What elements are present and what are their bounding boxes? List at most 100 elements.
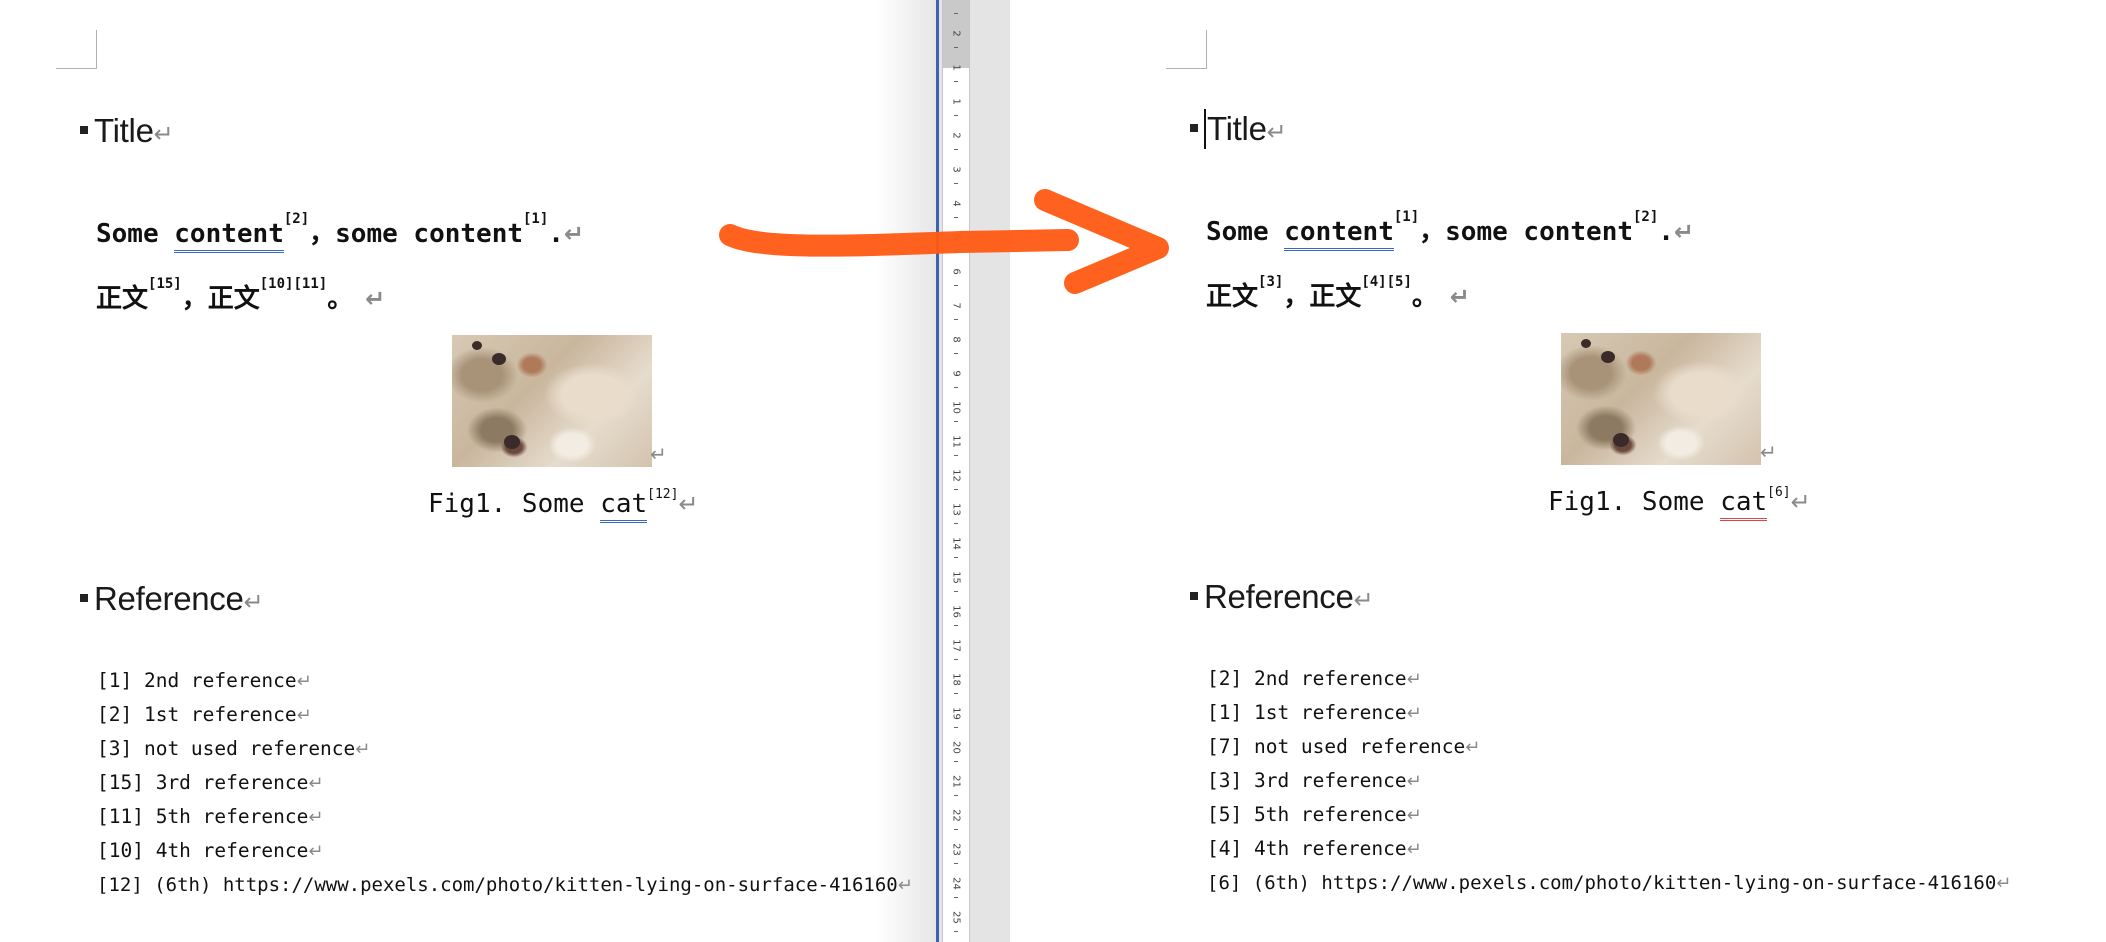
vertical-ruler[interactable]: 2 1 1 2 3 4 5 6 7 8 9 10 11 12 13 14 15 16 17 18 19 20 21 22 23 2…: [942, 0, 970, 942]
reference-item[interactable]: [1] 1st reference↵: [1207, 696, 2011, 730]
ruler-number: 20: [950, 741, 962, 754]
ruler-number: 5: [950, 234, 962, 241]
ruler-number: 6: [950, 268, 962, 275]
ruler-number: 23: [950, 843, 962, 856]
paragraph-line-2[interactable]: 正文[15]，正文[10][11]。 ↵: [96, 276, 385, 315]
paragraph-mark-icon: ↵: [355, 739, 371, 760]
figure-caption[interactable]: Fig1. Some cat[12]↵: [428, 487, 699, 523]
ruler-number: 3: [950, 166, 962, 173]
reference-item[interactable]: [12] (6th) https://www.pexels.com/photo/…: [97, 868, 913, 902]
paragraph-mark-icon: ↵: [1406, 805, 1422, 826]
ruler-number: 14: [950, 537, 962, 550]
citation-superscript[interactable]: [2]: [1633, 209, 1658, 225]
text-run: Some: [96, 219, 175, 249]
citation-superscript[interactable]: [3]: [1258, 274, 1283, 290]
ruler-tick: [954, 47, 958, 48]
reference-item[interactable]: [11] 5th reference↵: [97, 800, 913, 834]
heading-title[interactable]: Title↵: [1190, 109, 1287, 151]
ruler-tick: [954, 727, 958, 728]
paragraph-mark-icon: ↵: [1406, 669, 1422, 690]
reference-item[interactable]: [6] (6th) https://www.pexels.com/photo/k…: [1207, 866, 2011, 900]
ruler-tick: [954, 13, 958, 14]
citation-superscript[interactable]: [12]: [647, 487, 678, 502]
ruler-number: 21: [950, 775, 962, 788]
ruler-tick: [954, 761, 958, 762]
text-run: ，some content: [309, 219, 523, 249]
reference-item[interactable]: [7] not used reference↵: [1207, 730, 2011, 764]
reference-item[interactable]: [3] not used reference↵: [97, 732, 913, 766]
ruler-tick: [954, 693, 958, 694]
ruler-number: 8: [950, 336, 962, 343]
text-run: 正文: [1206, 282, 1259, 312]
ruler-number: 25: [950, 911, 962, 924]
ruler-number: 9: [950, 370, 962, 377]
citation-superscript[interactable]: [6]: [1767, 485, 1790, 500]
document-before[interactable]: Title↵ Some content[2]，some content[1].↵…: [0, 0, 936, 942]
ruler-tick: [954, 455, 958, 456]
heading-bullet-icon: [80, 126, 88, 135]
document-after[interactable]: Title↵ Some content[1]，some content[2].↵…: [1010, 0, 2106, 942]
citation-superscript[interactable]: [1]: [1394, 209, 1419, 225]
reference-item[interactable]: [3] 3rd reference↵: [1207, 764, 2011, 798]
heading-reference-text: Reference: [1204, 578, 1354, 615]
citation-superscript[interactable]: [10][11]: [260, 276, 327, 292]
ruler-number: 7: [950, 302, 962, 309]
text-run: 正文: [96, 284, 149, 314]
paragraph-mark-icon: ↵: [296, 671, 312, 692]
text-run: ，some content: [1419, 217, 1633, 247]
ruler-tick: [954, 353, 958, 354]
ruler-tick: [954, 183, 958, 184]
paw-pad: [1601, 351, 1615, 363]
reference-item[interactable]: [5] 5th reference↵: [1207, 798, 2011, 832]
heading-bullet-icon: [1190, 592, 1198, 601]
text-run: Some: [1206, 217, 1285, 247]
heading-reference[interactable]: Reference↵: [80, 580, 264, 618]
text-run: 。: [1411, 282, 1438, 312]
paragraph-mark-icon: ↵: [308, 773, 324, 794]
reference-item[interactable]: [4] 4th reference↵: [1207, 832, 2011, 866]
ruler-tick: [954, 81, 958, 82]
reference-item[interactable]: [2] 2nd reference↵: [1207, 662, 2011, 696]
paw-pad: [1581, 339, 1591, 348]
reference-item[interactable]: [1] 2nd reference↵: [97, 664, 913, 698]
reference-item[interactable]: [10] 4th reference↵: [97, 834, 913, 868]
ruler-tick: [954, 795, 958, 796]
heading-title[interactable]: Title↵: [80, 112, 174, 150]
kitten-image[interactable]: [1561, 333, 1761, 465]
ruler-tick: [954, 421, 958, 422]
paw-pad: [504, 435, 520, 449]
reference-item[interactable]: [15] 3rd reference↵: [97, 766, 913, 800]
ruler-number: 22: [950, 809, 962, 822]
citation-superscript[interactable]: [4][5]: [1361, 274, 1412, 290]
text-run-underlined: content: [1284, 217, 1394, 251]
ruler-tick: [954, 149, 958, 150]
heading-reference[interactable]: Reference↵: [1190, 578, 1374, 616]
citation-superscript[interactable]: [15]: [148, 276, 182, 292]
paragraph-mark-icon: ↵: [1790, 488, 1811, 516]
paragraph-mark-icon: ↵: [678, 490, 699, 518]
ruler-tick: [954, 557, 958, 558]
ruler-tick: [954, 319, 958, 320]
figure-caption[interactable]: Fig1. Some cat[6]↵: [1548, 485, 1811, 521]
caption-text-underlined: cat: [1720, 487, 1768, 521]
paragraph-mark-icon: ↵: [563, 220, 585, 248]
paragraph-line-1[interactable]: Some content[1]，some content[2].↵: [1206, 209, 1694, 251]
text-run: .: [1658, 217, 1674, 247]
citation-superscript[interactable]: [2]: [284, 211, 309, 227]
paragraph-mark-icon: ↵: [650, 442, 667, 466]
ruler-number: 1: [950, 64, 962, 71]
ruler-tick: [954, 489, 958, 490]
reference-list: [1] 2nd reference↵ [2] 1st reference↵ [3…: [97, 664, 913, 902]
ruler-tick: [954, 931, 958, 932]
ruler-tick: [954, 829, 958, 830]
paragraph-line-1[interactable]: Some content[2]，some content[1].↵: [96, 211, 585, 253]
text-run: ，正文: [1283, 282, 1362, 312]
paragraph-line-2[interactable]: 正文[3]，正文[4][5]。 ↵: [1206, 274, 1470, 313]
heading-title-text: Title: [1207, 110, 1267, 147]
paragraph-mark-icon: ↵: [1266, 118, 1287, 146]
citation-superscript[interactable]: [1]: [523, 211, 548, 227]
heading-bullet-icon: [80, 594, 88, 603]
reference-item[interactable]: [2] 1st reference↵: [97, 698, 913, 732]
kitten-image[interactable]: [452, 335, 652, 467]
ruler-tick: [954, 523, 958, 524]
